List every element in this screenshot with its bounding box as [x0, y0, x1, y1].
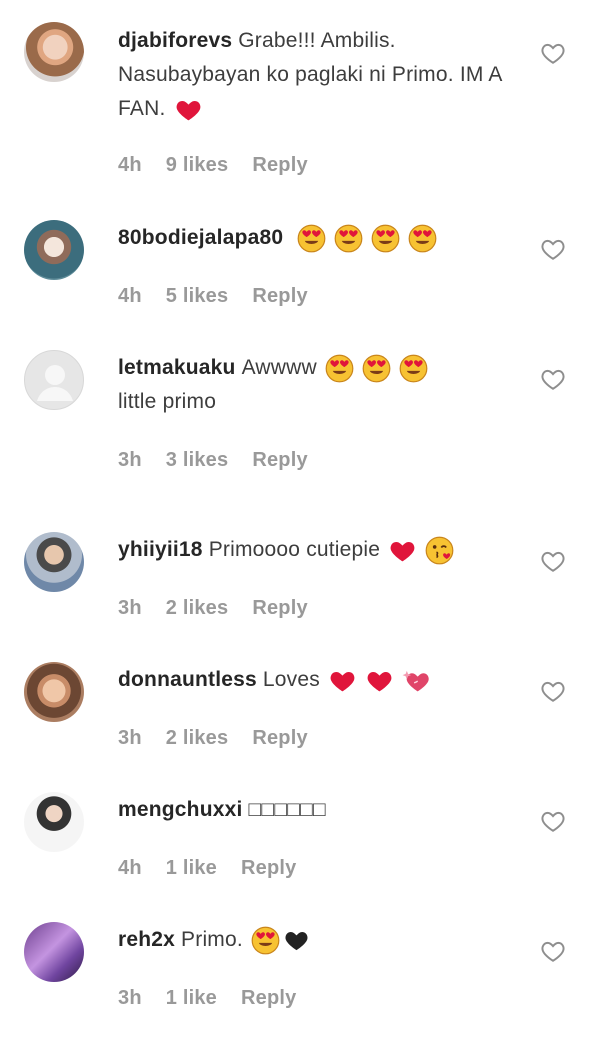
heart-eyes-emoji-icon	[362, 354, 391, 383]
comment-meta: 3h 2 likes Reply	[118, 594, 332, 622]
heart-eyes-emoji-icon	[371, 224, 400, 253]
sparkling-heart-emoji-icon	[402, 666, 431, 695]
username[interactable]: djabiforevs	[118, 29, 232, 52]
username[interactable]: 80bodiejalapa80	[118, 226, 283, 249]
likes-count[interactable]: 1 like	[166, 987, 217, 1009]
comment-text-line: donnauntless Loves	[118, 663, 530, 697]
username[interactable]: reh2x	[118, 928, 175, 951]
reply-button[interactable]: Reply	[241, 987, 296, 1009]
avatar[interactable]	[24, 532, 84, 592]
likes-count[interactable]: 2 likes	[166, 727, 229, 749]
red-heart-emoji-icon	[328, 666, 357, 695]
comment-text: Loves	[262, 668, 320, 691]
like-heart-icon[interactable]	[540, 367, 566, 391]
like-heart-icon[interactable]	[540, 809, 566, 833]
comment-time: 3h	[118, 449, 142, 471]
comment-meta: 3h 1 like Reply	[118, 984, 320, 1012]
comment-time: 3h	[118, 597, 142, 619]
comment-time: 4h	[118, 285, 142, 307]
comment-text: Primo.	[181, 928, 243, 951]
comment-text: Primoooo cutiepie	[208, 538, 381, 561]
kissing-wink-emoji-icon	[425, 536, 454, 565]
comment-time: 4h	[118, 154, 142, 176]
red-heart-emoji-icon	[388, 536, 417, 565]
comment-text-continuation: little primo	[118, 390, 217, 413]
comment-text-line: 80bodiejalapa80	[118, 221, 530, 255]
comments-list: djabiforevs Grabe!!! Ambilis. Nasubaybaya…	[0, 0, 600, 1053]
comment-time: 3h	[118, 987, 142, 1009]
like-heart-icon[interactable]	[540, 939, 566, 963]
username[interactable]: letmakuaku	[118, 356, 236, 379]
avatar[interactable]	[24, 220, 84, 280]
comment-meta: 4h 5 likes Reply	[118, 282, 332, 310]
comment-text-line: yhiiyii18 Primoooo cutiepie	[118, 533, 530, 567]
likes-count[interactable]: 5 likes	[166, 285, 229, 307]
comment-time: 4h	[118, 857, 142, 879]
comment-text-line: letmakuaku Awwww little primo	[118, 351, 530, 419]
like-heart-icon[interactable]	[540, 679, 566, 703]
reply-button[interactable]: Reply	[252, 727, 307, 749]
likes-count[interactable]: 3 likes	[166, 449, 229, 471]
heart-eyes-emoji-icon	[399, 354, 428, 383]
reply-button[interactable]: Reply	[252, 154, 307, 176]
avatar[interactable]	[24, 792, 84, 852]
reply-button[interactable]: Reply	[252, 285, 307, 307]
heart-eyes-emoji-icon	[334, 224, 363, 253]
comment-text-line: reh2x Primo.	[118, 923, 530, 957]
black-heart-emoji-icon	[282, 926, 311, 955]
reply-button[interactable]: Reply	[252, 597, 307, 619]
avatar[interactable]	[24, 350, 84, 410]
likes-count[interactable]: 2 likes	[166, 597, 229, 619]
comment-text: □□□□□□	[248, 798, 326, 821]
heart-eyes-emoji-icon	[408, 224, 437, 253]
comment-meta: 3h 2 likes Reply	[118, 724, 332, 752]
comment-text: Awwww	[241, 356, 317, 379]
red-heart-emoji-icon	[365, 666, 394, 695]
username[interactable]: yhiiyii18	[118, 538, 203, 561]
comment-text-line: djabiforevs Grabe!!! Ambilis. Nasubaybaya…	[118, 24, 530, 126]
username[interactable]: mengchuxxi	[118, 798, 243, 821]
reply-button[interactable]: Reply	[252, 449, 307, 471]
heart-eyes-emoji-icon	[325, 354, 354, 383]
red-heart-emoji-icon	[174, 95, 203, 124]
avatar[interactable]	[24, 662, 84, 722]
heart-eyes-emoji-icon	[251, 926, 280, 955]
like-heart-icon[interactable]	[540, 41, 566, 65]
like-heart-icon[interactable]	[540, 549, 566, 573]
like-heart-icon[interactable]	[540, 237, 566, 261]
comment-meta: 4h 1 like Reply	[118, 854, 320, 882]
likes-count[interactable]: 1 like	[166, 857, 217, 879]
avatar[interactable]	[24, 22, 84, 82]
comment-text-line: mengchuxxi □□□□□□	[118, 793, 530, 827]
avatar[interactable]	[24, 922, 84, 982]
comment-meta: 4h 9 likes Reply	[118, 151, 332, 179]
heart-eyes-emoji-icon	[297, 224, 326, 253]
comment-meta: 3h 3 likes Reply	[118, 446, 332, 474]
likes-count[interactable]: 9 likes	[166, 154, 229, 176]
username[interactable]: donnauntless	[118, 668, 257, 691]
comment-time: 3h	[118, 727, 142, 749]
reply-button[interactable]: Reply	[241, 857, 296, 879]
